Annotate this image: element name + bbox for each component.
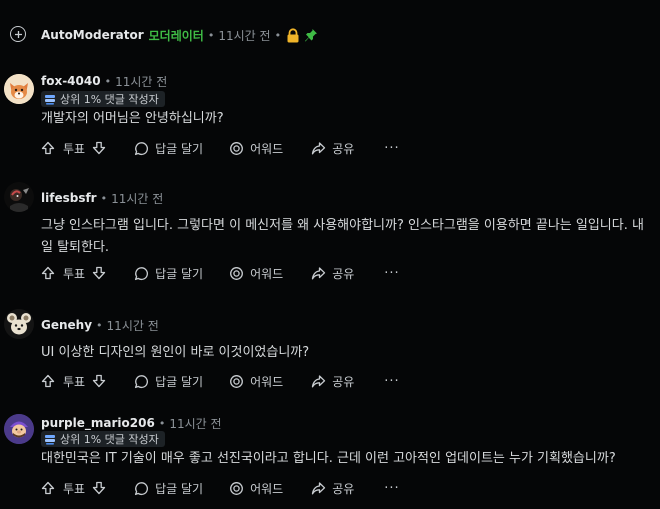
comment-genehy: Genehy • 11시간 전 UI 이상한 디자인의 원인이 바로 이것이었습… bbox=[0, 300, 660, 400]
vote-label: 투표 bbox=[63, 374, 86, 389]
comment-body: UI 이상한 디자인의 원인이 바로 이것이었습니까? bbox=[41, 345, 310, 360]
comment-actions: 투표 답글 달기 어워드 공유 ··· bbox=[41, 138, 400, 158]
comment-fox-4040: fox-4040 • 11시간 전 상위 1% 댓글 작성자 개발자의 어머님은… bbox=[0, 60, 660, 170]
comment-username[interactable]: purple_mario206 bbox=[41, 416, 155, 430]
comment-username[interactable]: lifesbsfr bbox=[41, 191, 97, 205]
vote-group: 투표 bbox=[41, 265, 106, 282]
vote-label: 투표 bbox=[63, 481, 86, 496]
share-icon bbox=[312, 374, 326, 387]
comment-time: 11시간 전 bbox=[106, 318, 159, 333]
comment-body: 그냥 인스타그램 입니다. 그렇다면 이 메신저를 왜 사용해야합니까? 인스타… bbox=[41, 218, 644, 255]
more-options-button[interactable]: ··· bbox=[384, 481, 399, 496]
downvote-icon[interactable] bbox=[92, 481, 106, 495]
reply-button[interactable]: 답글 달기 bbox=[134, 140, 203, 157]
comment-actions: 투표 답글 달기 어워드 공유 ··· bbox=[41, 478, 400, 498]
separator-dot: • bbox=[274, 28, 282, 42]
award-icon bbox=[230, 266, 244, 280]
vote-label: 투표 bbox=[63, 266, 86, 281]
moderator-label: 모더레이터 bbox=[148, 28, 204, 43]
upvote-icon[interactable] bbox=[41, 266, 55, 280]
vote-group: 투표 bbox=[41, 480, 106, 497]
avatar[interactable] bbox=[4, 74, 34, 104]
share-button[interactable]: 공유 bbox=[311, 140, 354, 157]
separator-dot: • bbox=[96, 318, 103, 332]
upvote-icon[interactable] bbox=[41, 141, 55, 155]
comment-time: 11시간 전 bbox=[218, 28, 271, 43]
comment-time: 11시간 전 bbox=[169, 416, 222, 431]
share-icon bbox=[312, 481, 326, 494]
comment-username[interactable]: fox-4040 bbox=[41, 74, 101, 88]
more-options-button[interactable]: ··· bbox=[384, 266, 399, 281]
separator-dot: • bbox=[104, 74, 112, 88]
expand-thread-button[interactable] bbox=[10, 26, 26, 42]
comment-body: 개발자의 어머님은 안녕하십니까? bbox=[41, 111, 224, 126]
share-button[interactable]: 공유 bbox=[311, 265, 354, 282]
avatar[interactable] bbox=[4, 414, 34, 444]
avatar[interactable] bbox=[4, 309, 34, 339]
downvote-icon[interactable] bbox=[92, 141, 106, 155]
separator-dot: • bbox=[158, 416, 166, 430]
reply-button[interactable]: 답글 달기 bbox=[134, 373, 203, 390]
share-icon bbox=[312, 141, 326, 154]
vote-group: 투표 bbox=[41, 373, 106, 390]
share-button[interactable]: 공유 bbox=[311, 373, 354, 390]
automoderator-username[interactable]: AutoModerator bbox=[41, 28, 144, 42]
comment-purple-mario206: purple_mario206 • 11시간 전 상위 1% 댓글 작성자 대한… bbox=[0, 400, 660, 509]
vote-group: 투표 bbox=[41, 140, 106, 157]
pin-icon bbox=[304, 28, 318, 43]
lock-icon bbox=[286, 27, 300, 43]
plus-icon bbox=[14, 30, 22, 38]
badge-label: 상위 1% 댓글 작성자 bbox=[60, 93, 159, 106]
reply-button[interactable]: 답글 달기 bbox=[134, 480, 203, 497]
vote-label: 투표 bbox=[63, 141, 86, 156]
share-button[interactable]: 공유 bbox=[311, 480, 354, 497]
more-options-button[interactable]: ··· bbox=[384, 374, 399, 389]
reply-button[interactable]: 답글 달기 bbox=[134, 265, 203, 282]
award-button[interactable]: 어워드 bbox=[229, 265, 283, 282]
comment-bubble-icon bbox=[135, 374, 149, 388]
comment-username[interactable]: Genehy bbox=[41, 318, 92, 332]
avatar[interactable] bbox=[4, 182, 34, 212]
comment-bubble-icon bbox=[135, 141, 149, 155]
downvote-icon[interactable] bbox=[92, 374, 106, 388]
comment-time: 11시간 전 bbox=[115, 74, 168, 89]
trophy-icon bbox=[45, 95, 55, 105]
trophy-icon bbox=[45, 435, 55, 445]
top-commenter-badge: 상위 1% 댓글 작성자 bbox=[41, 91, 165, 107]
separator-dot: • bbox=[100, 191, 108, 205]
award-icon bbox=[230, 374, 244, 388]
comment-body: 대한민국은 IT 기술이 매우 좋고 선진국이라고 합니다. 근데 이런 고아적… bbox=[41, 451, 616, 466]
badge-label: 상위 1% 댓글 작성자 bbox=[60, 433, 159, 446]
award-button[interactable]: 어워드 bbox=[229, 373, 283, 390]
comment-lifesbsfr: lifesbsfr • 11시간 전 그냥 인스타그램 입니다. 그렇다면 이 … bbox=[0, 170, 660, 300]
award-button[interactable]: 어워드 bbox=[229, 140, 283, 157]
upvote-icon[interactable] bbox=[41, 481, 55, 495]
top-commenter-badge: 상위 1% 댓글 작성자 bbox=[41, 431, 165, 447]
award-button[interactable]: 어워드 bbox=[229, 480, 283, 497]
comment-actions: 투표 답글 달기 어워드 공유 ··· bbox=[41, 263, 400, 283]
comment-bubble-icon bbox=[135, 481, 149, 495]
comment-time: 11시간 전 bbox=[111, 191, 164, 206]
automoderator-comment: AutoModerator 모더레이터 • 11시간 전 • bbox=[0, 0, 660, 60]
more-options-button[interactable]: ··· bbox=[384, 141, 399, 156]
share-icon bbox=[312, 266, 326, 279]
downvote-icon[interactable] bbox=[92, 266, 106, 280]
award-icon bbox=[230, 141, 244, 155]
separator-dot: • bbox=[207, 28, 215, 42]
upvote-icon[interactable] bbox=[41, 374, 55, 388]
comment-actions: 투표 답글 달기 어워드 공유 ··· bbox=[41, 371, 400, 391]
comment-bubble-icon bbox=[135, 266, 149, 280]
award-icon bbox=[230, 481, 244, 495]
